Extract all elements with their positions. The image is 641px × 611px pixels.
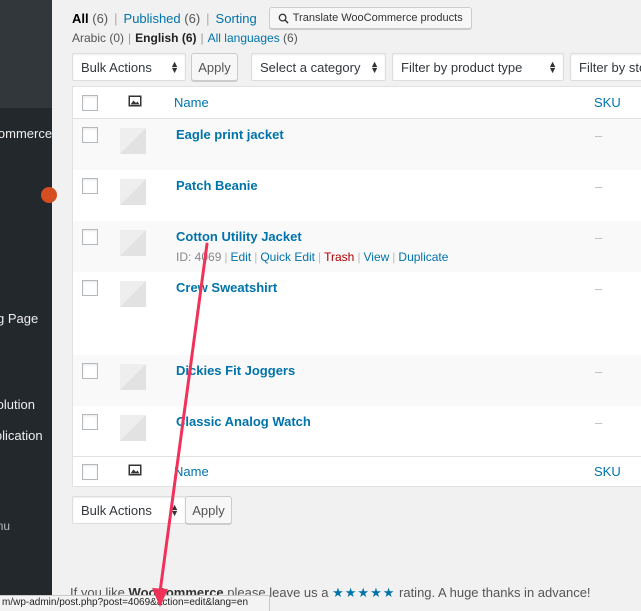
view-all-link[interactable]: All (6) xyxy=(72,11,108,26)
browser-status-url: m/wp-admin/post.php?post=4069&action=edi… xyxy=(0,595,270,611)
image-icon xyxy=(128,464,142,476)
column-name-header[interactable]: Name xyxy=(174,95,209,110)
sku-value: – xyxy=(595,128,603,143)
row-checkbox[interactable] xyxy=(82,229,98,245)
product-name-link[interactable]: Patch Beanie xyxy=(176,178,258,193)
product-name-link[interactable]: Dickies Fit Joggers xyxy=(176,363,295,378)
table-row: Crew Sweatshirt – xyxy=(73,272,641,355)
trash-link[interactable]: Trash xyxy=(324,250,354,264)
product-placeholder-thumbnail xyxy=(120,281,146,307)
quick-edit-link[interactable]: Quick Edit xyxy=(260,250,315,264)
stock-status-select[interactable]: Filter by stock status xyxy=(570,53,641,81)
product-id: ID: 4069 xyxy=(176,250,222,264)
column-name-footer[interactable]: Name xyxy=(174,464,209,479)
admin-sidebar: WooCommerce Landing Page Solution Applic… xyxy=(0,0,57,611)
translate-products-button[interactable]: Translate WooCommerce products xyxy=(268,7,472,29)
select-arrow-icon: ▲ ▼ xyxy=(370,59,379,75)
product-name-link[interactable]: Crew Sweatshirt xyxy=(176,280,277,295)
row-checkbox[interactable] xyxy=(82,280,98,296)
row-checkbox[interactable] xyxy=(82,178,98,194)
view-link[interactable]: View xyxy=(363,250,389,264)
row-actions: ID: 4069 | Edit | Quick Edit | Trash | View | Dupl… xyxy=(176,250,449,264)
edit-link[interactable]: Edit xyxy=(231,250,252,264)
row-checkbox[interactable] xyxy=(82,127,98,143)
category-select[interactable]: Select a category ▲ ▼ xyxy=(251,53,386,81)
image-icon xyxy=(128,95,142,107)
column-sku-footer[interactable]: SKU xyxy=(594,464,621,479)
table-header: Name SKU xyxy=(73,87,641,119)
main-content: All (6) | Published (6) | Sorting Transl… xyxy=(52,0,641,611)
sidebar-item-landing-page[interactable]: Landing Page xyxy=(0,311,52,326)
row-checkbox[interactable] xyxy=(82,363,98,379)
duplicate-link[interactable]: Duplicate xyxy=(398,250,448,264)
table-row: Classic Analog Watch – xyxy=(73,406,641,456)
product-type-select[interactable]: Filter by product type ▲ ▼ xyxy=(392,53,564,81)
sidebar-item-solution[interactable]: Solution xyxy=(0,397,52,412)
sidebar-item-application[interactable]: Application xyxy=(0,428,52,443)
view-sorting-link[interactable]: Sorting xyxy=(216,11,257,26)
products-table: Name SKU Eagle print jacket – Patch Bean… xyxy=(72,86,641,487)
select-all-checkbox-footer[interactable] xyxy=(82,464,98,480)
product-placeholder-thumbnail xyxy=(120,364,146,390)
table-row: Cotton Utility Jacket – ID: 4069 | Edit | Qu… xyxy=(73,221,641,272)
product-placeholder-thumbnail xyxy=(120,415,146,441)
separator: | xyxy=(114,10,118,26)
lang-all-link[interactable]: All languages (6) xyxy=(208,31,298,45)
view-filters: All (6) | Published (6) | Sorting Transl… xyxy=(72,7,472,29)
sidebar-top-block xyxy=(0,0,52,108)
sku-value: – xyxy=(595,230,603,245)
table-row: Eagle print jacket – xyxy=(73,119,641,170)
product-name-link[interactable]: Eagle print jacket xyxy=(176,127,284,142)
table-footer: Name SKU xyxy=(73,456,641,488)
sidebar-item-label: Solution xyxy=(0,397,35,412)
select-arrow-icon: ▲ ▼ xyxy=(548,59,557,75)
lang-arabic-link[interactable]: Arabic (0) xyxy=(72,31,124,45)
product-placeholder-thumbnail xyxy=(120,128,146,154)
apply-button[interactable]: Apply xyxy=(191,53,238,81)
product-placeholder-thumbnail xyxy=(120,179,146,205)
sidebar-item-label: WooCommerce xyxy=(0,126,52,141)
select-all-checkbox[interactable] xyxy=(82,95,98,111)
sidebar-collapse-menu[interactable]: Collapse menu xyxy=(0,519,52,533)
row-checkbox[interactable] xyxy=(82,414,98,430)
sku-value: – xyxy=(595,281,603,296)
sku-value: – xyxy=(595,415,603,430)
lang-english-current[interactable]: English (6) xyxy=(135,31,196,45)
product-name-link[interactable]: Cotton Utility Jacket xyxy=(176,229,302,244)
product-name-link[interactable]: Classic Analog Watch xyxy=(176,414,311,429)
bulk-actions-select-bottom[interactable]: Bulk Actions ▲ ▼ xyxy=(72,496,186,524)
sku-value: – xyxy=(595,179,603,194)
sidebar-item-label: Landing Page xyxy=(0,311,39,326)
sidebar-item-label: Application xyxy=(0,428,43,443)
bulk-actions-select[interactable]: Bulk Actions ▲ ▼ xyxy=(72,53,186,81)
sku-value: – xyxy=(595,364,603,379)
select-arrow-icon: ▲ ▼ xyxy=(170,59,179,75)
separator: | xyxy=(206,10,210,26)
column-sku-header[interactable]: SKU xyxy=(594,95,621,110)
table-row: Dickies Fit Joggers – xyxy=(73,355,641,406)
apply-button-bottom[interactable]: Apply xyxy=(185,496,232,524)
view-published-link[interactable]: Published (6) xyxy=(124,11,201,26)
product-placeholder-thumbnail xyxy=(120,230,146,256)
select-arrow-icon: ▲ ▼ xyxy=(170,502,179,518)
language-filters: Arabic (0) | English (6) | All languages (6) xyxy=(72,31,298,45)
rating-stars-link[interactable]: ★★★★★ xyxy=(332,585,395,600)
sidebar-item-woocommerce[interactable]: WooCommerce xyxy=(0,126,52,141)
sidebar-item-label: Collapse menu xyxy=(0,519,11,533)
search-icon xyxy=(278,13,289,24)
table-row: Patch Beanie – xyxy=(73,170,641,221)
